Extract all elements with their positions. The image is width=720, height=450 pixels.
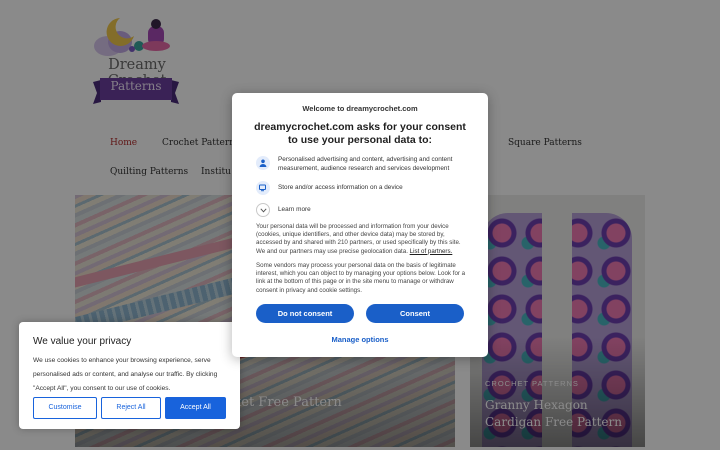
device-icon [256, 181, 270, 195]
person-icon [256, 156, 270, 170]
reject-all-button[interactable]: Reject All [101, 397, 161, 419]
dialog-welcome: Welcome to dreamycrochet.com [302, 104, 418, 113]
list-of-partners-link[interactable]: List of partners. [410, 248, 453, 255]
dialog-heading: dreamycrochet.com asks for your consent … [254, 121, 466, 146]
dialog-paragraph: Some vendors may process your personal d… [256, 262, 466, 294]
privacy-text: We use cookies to enhance your browsing … [33, 357, 218, 392]
chevron-down-icon [256, 203, 270, 217]
accept-all-button[interactable]: Accept All [165, 397, 226, 419]
learn-more-label: Learn more [278, 206, 311, 213]
consent-dialog: Welcome to dreamycrochet.com dreamycroch… [232, 93, 488, 357]
manage-options-button[interactable]: Manage options [232, 335, 488, 344]
customise-button[interactable]: Customise [33, 397, 97, 419]
purpose-item: Personalised advertising and content, ad… [256, 156, 472, 176]
do-not-consent-button[interactable]: Do not consent [256, 304, 354, 323]
consent-button[interactable]: Consent [366, 304, 464, 323]
privacy-title: We value your privacy [33, 336, 132, 347]
purpose-text: Personalised advertising and content, ad… [278, 156, 453, 172]
purpose-item: Store and/or access information on a dev… [256, 181, 472, 195]
learn-more-toggle[interactable]: Learn more [256, 203, 472, 217]
dialog-paragraph: Your personal data will be processed and… [256, 223, 468, 256]
purpose-text: Store and/or access information on a dev… [278, 184, 403, 191]
privacy-banner: We value your privacy We use cookies to … [19, 322, 240, 429]
